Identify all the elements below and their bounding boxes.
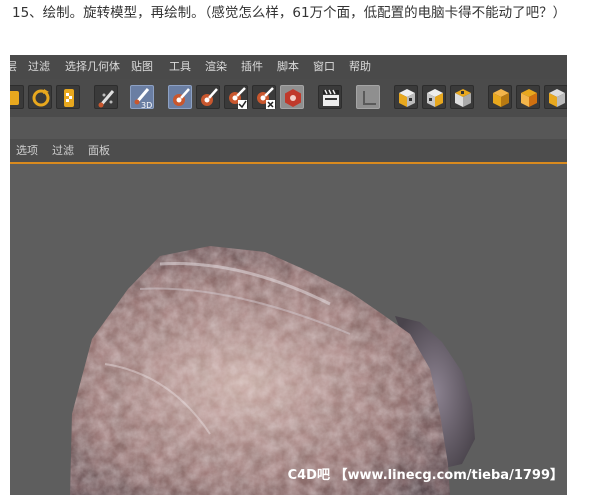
corner-icon xyxy=(363,91,376,105)
panel-menu-options[interactable]: 选项 xyxy=(16,144,38,157)
cube-checker-icon xyxy=(427,89,443,107)
layer-button[interactable] xyxy=(10,85,24,109)
cinema4d-window: 层 过滤 选择几何体 贴图 工具 渲染 插件 脚本 窗口 帮助 3D 选项 过滤… xyxy=(10,55,567,495)
paint-button[interactable] xyxy=(168,85,192,109)
cube-checker-icon xyxy=(399,89,415,107)
menu-scripts[interactable]: 脚本 xyxy=(277,60,299,74)
panel-menu-filter[interactable]: 过滤 xyxy=(52,144,74,157)
menu-render[interactable]: 渲染 xyxy=(205,60,227,74)
clapboard-icon xyxy=(323,89,339,106)
paint-check-button[interactable] xyxy=(224,85,248,109)
menu-window[interactable]: 窗口 xyxy=(313,60,335,74)
menu-select-geometry[interactable]: 选择几何体 xyxy=(65,60,120,74)
watermark: C4D吧 【www.linecg.com/tieba/1799】 xyxy=(288,464,563,483)
hex-icon xyxy=(285,89,301,107)
cube-button-2[interactable] xyxy=(516,85,540,109)
rock-model xyxy=(70,246,475,495)
menu-bar: 层 过滤 选择几何体 贴图 工具 渲染 插件 脚本 窗口 帮助 xyxy=(10,55,567,79)
brush-button[interactable] xyxy=(94,85,118,109)
rotate-button[interactable] xyxy=(28,85,52,109)
checker-icon xyxy=(64,89,74,107)
cube-button-3[interactable] xyxy=(544,85,567,109)
watermark-url: 【www.linecg.com/tieba/1799】 xyxy=(334,468,564,483)
paint-cross-button[interactable] xyxy=(252,85,276,109)
menu-plugins[interactable]: 插件 xyxy=(241,60,263,74)
corner-button[interactable] xyxy=(356,85,380,109)
menu-layer[interactable]: 层 xyxy=(10,60,17,74)
toolbar: 3D xyxy=(10,79,567,117)
paint-alt-button[interactable] xyxy=(196,85,220,109)
rotate-icon xyxy=(32,89,50,107)
layer-icon xyxy=(10,91,19,105)
cube-button-1[interactable] xyxy=(488,85,512,109)
hex-button[interactable] xyxy=(280,85,304,109)
paint-icon xyxy=(201,88,218,106)
watermark-site: C4D吧 xyxy=(287,468,330,483)
cube-checker-button-2[interactable] xyxy=(422,85,446,109)
cube-checker-button-1[interactable] xyxy=(394,85,418,109)
paint-3d-label: 3D xyxy=(141,101,152,110)
paint-cross-icon xyxy=(257,87,275,109)
checker-button[interactable] xyxy=(56,85,80,109)
cube-checker-button-3[interactable] xyxy=(450,85,474,109)
menu-filter[interactable]: 过滤 xyxy=(28,60,50,74)
paint-3d-button[interactable]: 3D xyxy=(130,85,154,110)
paint-3d-icon: 3D xyxy=(134,88,152,110)
menu-maps[interactable]: 贴图 xyxy=(131,60,153,74)
cube-icon xyxy=(549,89,565,107)
cube-icon xyxy=(493,89,509,107)
post-caption: 15、绘制。旋转模型，再绘制。（感觉怎么样，61万个面，低配置的电脑卡得不能动了… xyxy=(12,5,567,21)
panel-menu-panel[interactable]: 面板 xyxy=(88,144,110,157)
3d-viewport[interactable]: C4D吧 【www.linecg.com/tieba/1799】 xyxy=(10,164,567,495)
paint-icon xyxy=(173,88,190,106)
panel-menu-bar: 选项 过滤 面板 xyxy=(10,139,567,164)
cube-checker-icon xyxy=(455,89,471,107)
paint-check-icon xyxy=(229,87,247,109)
brush-icon xyxy=(98,90,115,108)
cube-icon xyxy=(521,89,537,107)
toolbar-spacer xyxy=(10,117,567,139)
menu-help[interactable]: 帮助 xyxy=(349,60,371,74)
render-button[interactable] xyxy=(318,85,342,109)
menu-tools[interactable]: 工具 xyxy=(169,60,191,74)
